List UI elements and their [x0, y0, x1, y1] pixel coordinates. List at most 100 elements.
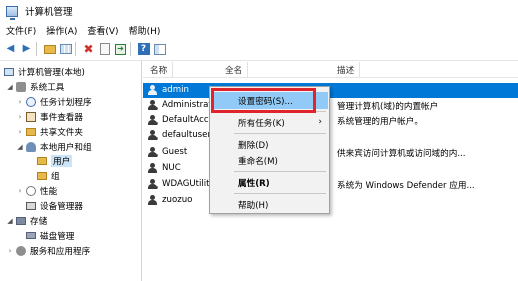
export-list-icon[interactable]: ➜: [114, 43, 127, 56]
tree-item-task-scheduler[interactable]: › 任务计划程序: [16, 95, 92, 108]
tree-item-label: 计算机管理(本地): [18, 67, 85, 78]
window-title: 计算机管理: [25, 7, 73, 18]
users-group-icon: [26, 141, 36, 152]
menu-item-rename[interactable]: 重命名(M): [211, 152, 328, 169]
tree-item-device-manager[interactable]: 设备管理器: [26, 199, 83, 212]
menu-view[interactable]: 查看(V): [82, 24, 123, 37]
table-row[interactable]: WDAGUtilit... 系统为 Windows Defender 应用...: [143, 177, 518, 192]
tree-item-label: 存储: [30, 216, 48, 227]
table-row[interactable]: zuozuo: [143, 193, 518, 208]
user-name: admin: [162, 85, 189, 95]
collapse-chevron-icon[interactable]: ›: [16, 113, 24, 121]
table-row[interactable]: admin: [143, 83, 518, 98]
column-header-name[interactable]: 名称: [150, 62, 174, 77]
menu-file[interactable]: 文件(F): [0, 24, 41, 37]
collapse-chevron-icon[interactable]: ›: [16, 98, 24, 106]
shared-folder-icon: [26, 127, 36, 136]
show-hide-tree-icon[interactable]: [59, 43, 72, 56]
user-list: 名称 全名 描述 admin Administrat... 管理计算机(域)的内…: [143, 61, 518, 281]
user-icon: [148, 195, 157, 205]
event-viewer-icon: [26, 111, 36, 122]
menu-item-label: 帮助(H): [238, 201, 269, 211]
expand-chevron-icon[interactable]: ◢: [6, 217, 14, 225]
menu-item-help[interactable]: 帮助(H): [211, 196, 328, 213]
toolbar-separator: [36, 42, 37, 56]
menu-item-all-tasks[interactable]: 所有任务(K) ›: [211, 114, 328, 131]
user-icon: [148, 130, 159, 141]
tree-item-performance[interactable]: › 性能: [16, 184, 57, 197]
user-description: 管理计算机(域)的内置帐户: [337, 102, 439, 112]
menu-item-label: 所有任务(K): [238, 119, 285, 129]
toolbar-separator: [130, 42, 131, 56]
user-name: zuozuo: [162, 195, 193, 205]
table-row[interactable]: DefaultAcc... 系统管理的用户帐户。: [143, 113, 518, 128]
tree-item-label: 系统工具: [30, 82, 65, 93]
user-name: Guest: [162, 147, 188, 157]
user-icon: [148, 115, 159, 126]
expand-chevron-icon[interactable]: ◢: [16, 143, 24, 151]
user-icon: [148, 179, 159, 190]
tree-item-label: 设备管理器: [40, 201, 83, 212]
tree-item-storage[interactable]: ◢ 存储: [6, 214, 47, 227]
help-icon[interactable]: ?: [137, 43, 150, 56]
user-icon: [148, 163, 157, 173]
table-row[interactable]: Administrat... 管理计算机(域)的内置帐户: [143, 98, 518, 113]
properties-icon[interactable]: [98, 43, 111, 56]
menu-item-label: 删除(D): [238, 141, 269, 151]
menu-item-delete[interactable]: 删除(D): [211, 136, 328, 153]
tree-item-groups[interactable]: 组: [37, 169, 60, 182]
performance-icon: [26, 185, 36, 196]
forward-arrow-icon[interactable]: ▶: [20, 43, 33, 56]
collapse-chevron-icon[interactable]: ›: [6, 247, 14, 255]
table-row[interactable]: Guest 供来宾访问计算机或访问域的内...: [143, 145, 518, 160]
table-row[interactable]: defaultuser...: [143, 128, 518, 143]
menu-action[interactable]: 操作(A): [41, 24, 82, 37]
menu-separator: [234, 171, 326, 172]
menu-item-properties[interactable]: 属性(R): [211, 174, 328, 191]
collapse-chevron-icon[interactable]: ›: [16, 128, 24, 136]
toolbar: ◀ ▶ ✖ ➜ ?: [0, 38, 518, 61]
collapse-chevron-icon[interactable]: ›: [16, 187, 24, 195]
tree-item-label: 用户: [51, 154, 73, 167]
folder-icon: [37, 171, 47, 180]
tree-item-label: 组: [51, 171, 60, 182]
back-arrow-icon[interactable]: ◀: [4, 43, 17, 56]
user-icon: [148, 100, 159, 111]
menu-item-label: 属性(R): [238, 179, 270, 189]
tree-item-root[interactable]: 计算机管理(本地): [4, 65, 85, 78]
delete-icon[interactable]: ✖: [82, 43, 95, 56]
tree-item-local-users-groups[interactable]: ◢ 本地用户和组: [16, 140, 92, 153]
user-icon: [148, 147, 159, 158]
action-pane-icon[interactable]: [153, 43, 166, 56]
column-header-description[interactable]: 描述: [337, 62, 361, 77]
tree-item-shared-folders[interactable]: › 共享文件夹: [16, 125, 83, 138]
tree-item-event-viewer[interactable]: › 事件查看器: [16, 110, 83, 123]
expand-chevron-icon[interactable]: ◢: [6, 83, 14, 91]
column-header-fullname[interactable]: 全名: [225, 62, 249, 77]
tools-icon: [16, 81, 26, 92]
tree-item-label: 服务和应用程序: [30, 246, 91, 257]
tree-item-users[interactable]: 用户: [37, 154, 73, 167]
menu-item-label: 重命名(M): [238, 157, 278, 167]
computer-icon: [4, 67, 14, 76]
tree-item-label: 性能: [40, 186, 58, 197]
tree-item-label: 共享文件夹: [40, 127, 83, 138]
user-description: 供来宾访问计算机或访问域的内...: [337, 149, 466, 159]
menu-help[interactable]: 帮助(H): [124, 24, 166, 37]
tree-item-services-apps[interactable]: › 服务和应用程序: [6, 244, 90, 257]
user-icon: [148, 85, 157, 95]
user-description: 系统为 Windows Defender 应用...: [337, 181, 475, 191]
folder-up-icon[interactable]: [43, 43, 56, 56]
folder-icon: [37, 156, 47, 165]
storage-icon: [16, 216, 26, 225]
tree-item-system-tools[interactable]: ◢ 系统工具: [6, 80, 64, 93]
toolbar-separator: [75, 42, 76, 56]
navigation-tree: 计算机管理(本地) ◢ 系统工具 › 任务计划程序 › 事件查看器 › 共享文件…: [0, 61, 142, 281]
tree-item-label: 事件查看器: [40, 112, 83, 123]
tree-item-disk-management[interactable]: 磁盘管理: [26, 229, 74, 242]
table-row[interactable]: NUC: [143, 161, 518, 176]
user-description: 系统管理的用户帐户。: [337, 117, 423, 127]
list-header: 名称 全名 描述: [143, 61, 518, 78]
tree-item-label: 磁盘管理: [40, 231, 75, 242]
title-bar: 计算机管理: [0, 0, 518, 22]
